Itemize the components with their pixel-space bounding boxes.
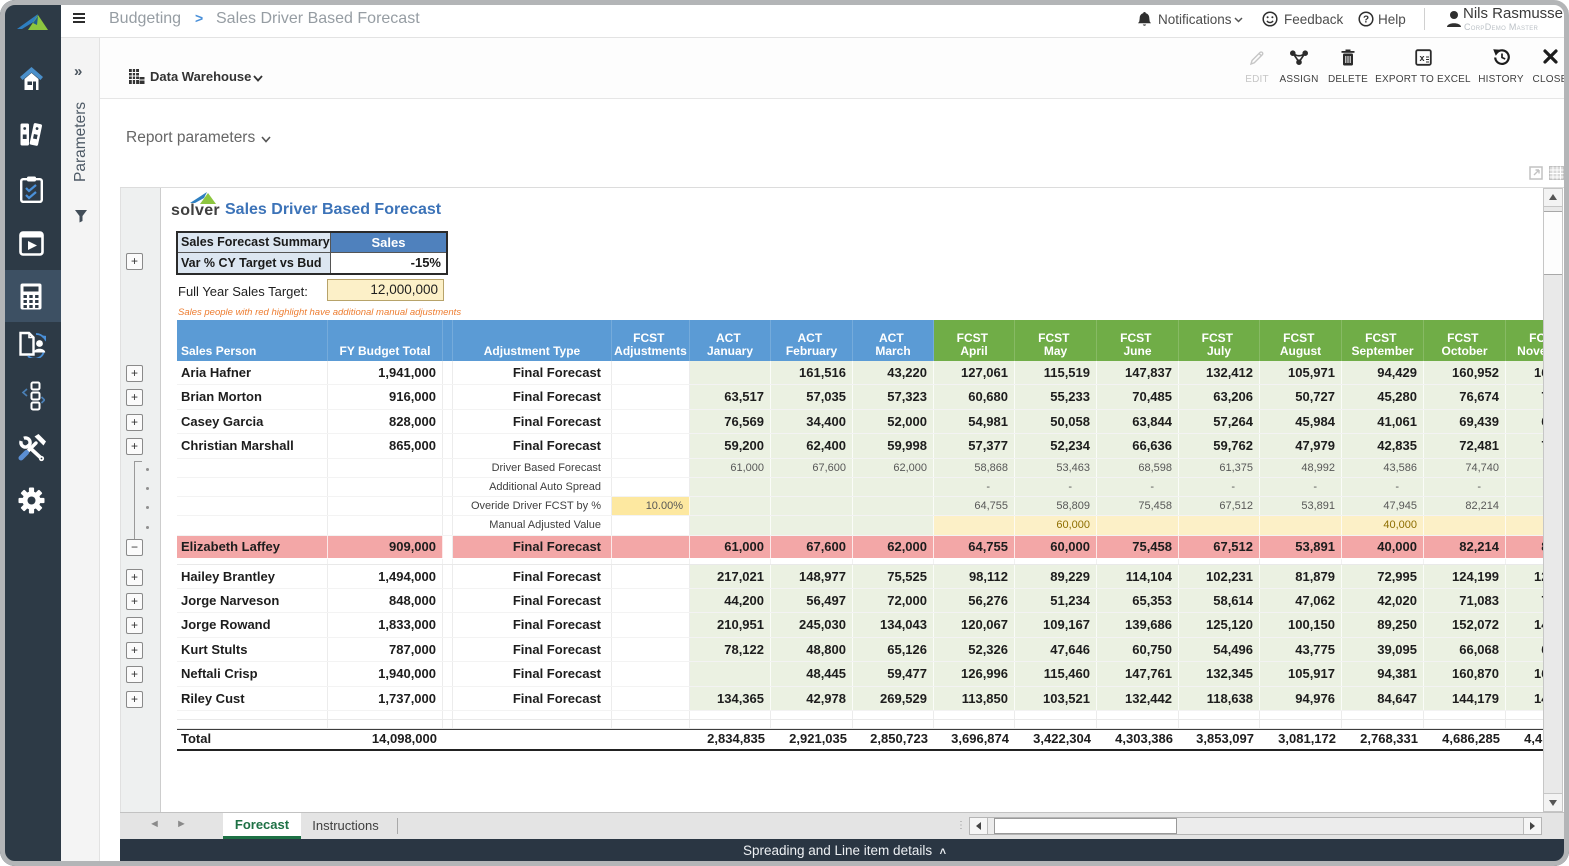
svg-text:?: ? (1363, 15, 1369, 26)
svg-text:x: x (1419, 53, 1424, 63)
